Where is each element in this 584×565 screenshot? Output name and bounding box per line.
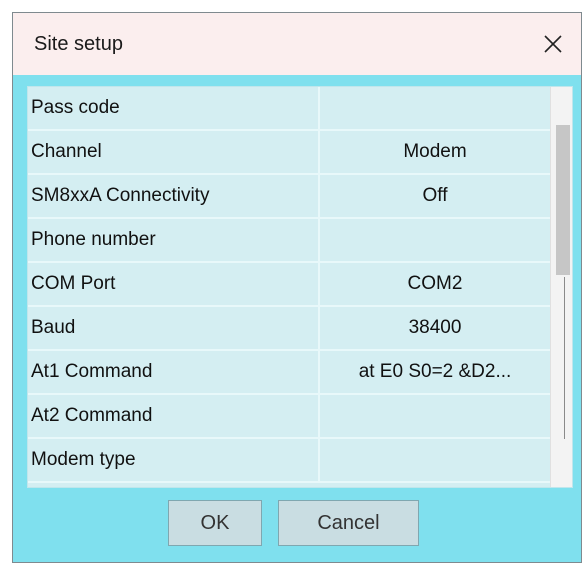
property-row-modem-type[interactable]: Modem type [28,438,552,483]
property-value[interactable]: at E0 S0=2 &D2... [319,350,552,395]
property-name: Channel [28,130,320,175]
scrollbar-thumb[interactable] [556,125,570,275]
vertical-scrollbar[interactable] [550,87,572,487]
property-name: Baud [28,306,320,351]
scrollbar-track-line [564,277,565,439]
property-row-at1-command[interactable]: At1 Command at E0 S0=2 &D2... [28,350,552,395]
property-value[interactable] [319,438,552,483]
property-row-baud[interactable]: Baud 38400 [28,306,552,351]
property-row-phone-number[interactable]: Phone number [28,218,552,263]
property-value[interactable]: Off [319,174,552,219]
property-name: SM8xxA Connectivity [28,174,320,219]
site-setup-dialog: Site setup Pass code Channel Modem SM8xx… [12,12,582,563]
property-table: Pass code Channel Modem SM8xxA Connectiv… [28,87,552,483]
property-row-com-port[interactable]: COM Port COM2 [28,262,552,307]
cancel-button[interactable]: Cancel [278,500,419,546]
property-value[interactable] [319,87,552,131]
property-row-pass-code[interactable]: Pass code [28,87,552,131]
property-value[interactable]: 38400 [319,306,552,351]
property-row-channel[interactable]: Channel Modem [28,130,552,175]
property-name: Phone number [28,218,320,263]
property-row-at2-command[interactable]: At2 Command [28,394,552,439]
button-bar: OK Cancel [13,500,581,548]
close-button[interactable] [525,13,581,75]
property-value[interactable]: Modem [319,130,552,175]
property-row-connectivity[interactable]: SM8xxA Connectivity Off [28,174,552,219]
property-name: At1 Command [28,350,320,395]
property-value[interactable] [319,394,552,439]
property-value[interactable]: COM2 [319,262,552,307]
ok-button[interactable]: OK [168,500,262,546]
property-grid: Pass code Channel Modem SM8xxA Connectiv… [27,86,573,488]
title-bar: Site setup [13,13,581,75]
close-icon [544,35,562,53]
dialog-title: Site setup [34,33,123,55]
property-value[interactable] [319,218,552,263]
property-name: Pass code [28,87,320,131]
property-name: At2 Command [28,394,320,439]
property-name: COM Port [28,262,320,307]
property-name: Modem type [28,438,320,483]
